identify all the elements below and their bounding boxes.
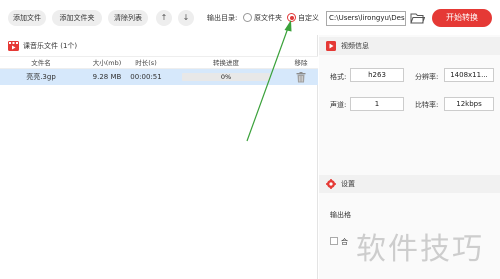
channels-value: 1 bbox=[350, 97, 404, 111]
add-file-button[interactable]: 添加文件 bbox=[8, 10, 46, 26]
clear-list-button[interactable]: 清除列表 bbox=[108, 10, 148, 26]
watermark-text: 软件技巧 bbox=[356, 232, 484, 267]
resolution-label: 分辨率: bbox=[415, 73, 439, 81]
custom-radio[interactable] bbox=[287, 13, 296, 22]
add-folder-button[interactable]: 添加文件夹 bbox=[52, 10, 102, 26]
merge-label: 合 bbox=[341, 238, 348, 246]
col-progress: 转换进度 bbox=[213, 59, 239, 67]
file-list-title: 课音乐文件 (1个) bbox=[8, 40, 77, 52]
format-value: h263 bbox=[350, 68, 404, 82]
col-size: 大小(mb) bbox=[92, 59, 122, 67]
output-dir-label: 输出目录: bbox=[207, 14, 238, 22]
move-up-button[interactable]: ↑ bbox=[156, 10, 172, 26]
row-size: 9.28 MB bbox=[92, 73, 122, 81]
table-header: 文件名 大小(mb) 时长(s) 转换进度 移除 bbox=[0, 56, 318, 69]
source-folder-radio[interactable] bbox=[243, 13, 252, 22]
toolbar: 添加文件 添加文件夹 清除列表 ↑ ↓ 输出目录: 原文件夹 自定义 C:\Us… bbox=[0, 0, 500, 35]
bitrate-value: 12kbps bbox=[444, 97, 494, 111]
move-down-button[interactable]: ↓ bbox=[178, 10, 194, 26]
start-convert-button[interactable]: 开始转换 bbox=[432, 9, 492, 27]
progress-text: 0% bbox=[220, 73, 232, 81]
merge-checkbox[interactable] bbox=[330, 237, 338, 245]
output-path-input[interactable]: C:\Users\lirongyu\Desk bbox=[326, 11, 406, 26]
source-folder-label: 原文件夹 bbox=[254, 14, 282, 22]
col-duration: 时长(s) bbox=[135, 59, 157, 67]
custom-label: 自定义 bbox=[298, 14, 319, 22]
play-icon bbox=[326, 41, 336, 51]
video-info-title: 视频信息 bbox=[341, 42, 369, 50]
row-filename: 亮亮.3gp bbox=[26, 73, 56, 81]
channels-label: 声道: bbox=[330, 101, 347, 109]
resolution-value: 1408x11... bbox=[444, 68, 494, 82]
folder-icon[interactable] bbox=[410, 12, 425, 25]
col-remove: 移除 bbox=[294, 59, 308, 67]
file-list-title-text: 课音乐文件 (1个) bbox=[23, 42, 78, 50]
video-info-header: 视频信息 bbox=[319, 37, 500, 55]
arrow-down-icon: ↓ bbox=[182, 13, 190, 22]
table-row[interactable]: 亮亮.3gp 9.28 MB 00:00:51 0% bbox=[0, 69, 318, 85]
file-list-panel: 课音乐文件 (1个) 文件名 大小(mb) 时长(s) 转换进度 移除 亮亮.3… bbox=[0, 35, 318, 279]
trash-icon[interactable] bbox=[296, 72, 306, 83]
settings-header: 设置 bbox=[319, 175, 500, 193]
gear-icon bbox=[326, 179, 336, 189]
output-format-label: 输出格 bbox=[330, 211, 351, 219]
video-file-icon bbox=[8, 41, 19, 51]
arrow-up-icon: ↑ bbox=[160, 13, 168, 22]
progress-bar: 0% bbox=[182, 73, 270, 81]
col-filename: 文件名 bbox=[31, 59, 51, 67]
row-duration: 00:00:51 bbox=[130, 73, 162, 81]
settings-title: 设置 bbox=[341, 180, 355, 188]
format-label: 格式: bbox=[330, 73, 347, 81]
bitrate-label: 比特率: bbox=[415, 101, 439, 109]
